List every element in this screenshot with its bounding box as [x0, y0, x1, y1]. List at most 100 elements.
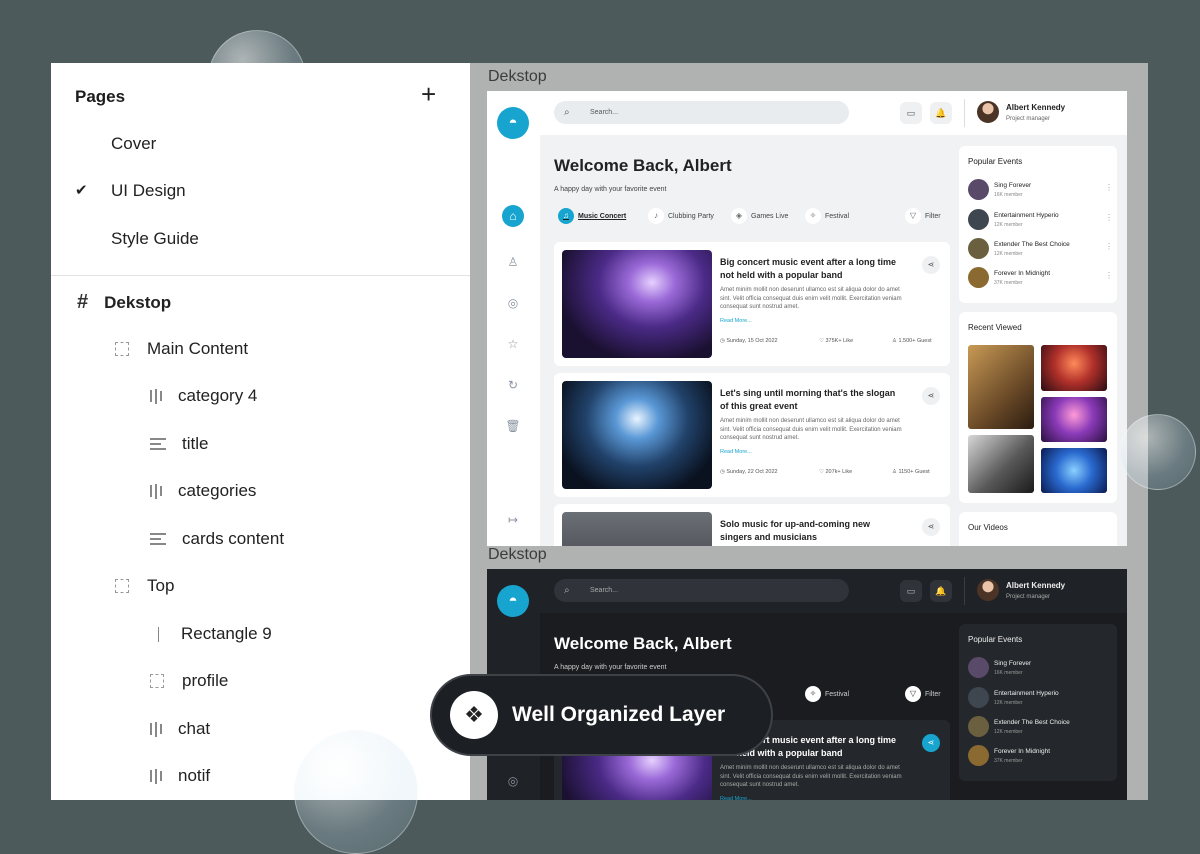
event-likes[interactable]: ♡ 207k+ Like	[819, 469, 852, 475]
category-festival[interactable]: ✧ Festival	[805, 208, 849, 224]
event-list-item[interactable]: Extender The Best Choice 12K member	[968, 716, 1113, 738]
page-title: Welcome Back, Albert	[554, 156, 732, 175]
our-videos-panel: Our Videos	[959, 512, 1117, 546]
event-likes[interactable]: ♡ 375K+ Like	[819, 338, 853, 344]
filter-button[interactable]: ▽ Filter	[905, 686, 941, 702]
event-members: 12K member	[994, 700, 1023, 706]
event-description: Amet minim mollit non deserunt ullamco e…	[720, 765, 902, 788]
category-festival[interactable]: ✧ Festival	[805, 686, 849, 702]
bell-icon[interactable]: 🔔	[930, 580, 952, 602]
chat-icon[interactable]: ▭	[900, 580, 922, 602]
share-icon[interactable]: ⋖	[922, 387, 940, 405]
layer-title[interactable]: title	[150, 434, 208, 454]
page-item-ui-design[interactable]: UI Design	[111, 181, 186, 201]
more-icon[interactable]: ⋮	[1105, 183, 1113, 192]
event-name: Sing Forever	[994, 182, 1032, 189]
layer-main-content[interactable]: Main Content	[115, 339, 248, 359]
avatar[interactable]	[977, 101, 999, 123]
search-icon: ⌕	[564, 585, 570, 596]
page-item-style-guide[interactable]: Style Guide	[111, 229, 199, 249]
layer-top[interactable]: Top	[115, 576, 174, 596]
gamepad-icon: ◈	[731, 208, 747, 224]
share-icon[interactable]: ⋖	[922, 256, 940, 274]
add-page-icon[interactable]: +	[421, 81, 436, 107]
logout-icon[interactable]: ↦	[502, 509, 524, 531]
category-music-concert[interactable]: ♫ Music Concert	[558, 208, 626, 224]
category-clubbing-party[interactable]: ♪ Clubbing Party	[648, 208, 714, 224]
layer-category-4[interactable]: category 4	[150, 386, 257, 406]
recent-thumbnail[interactable]	[1041, 448, 1107, 493]
more-icon[interactable]: ⋮	[1105, 213, 1113, 222]
feature-badge: ❖ Well Organized Layer	[430, 674, 773, 756]
search-input[interactable]: ⌕ Search...	[554, 579, 849, 602]
frame-label[interactable]: Dekstop	[488, 68, 547, 86]
more-icon[interactable]: ⋮	[1105, 242, 1113, 251]
event-list-item[interactable]: Entertainment Hyperio 12K member	[968, 687, 1113, 709]
share-icon[interactable]: ⋖	[922, 734, 940, 752]
event-card[interactable]: Solo music for up-and-coming new singers…	[554, 504, 950, 546]
event-list-item[interactable]: Forever In Midnight 37K member	[968, 745, 1113, 767]
recent-thumbnail[interactable]	[968, 435, 1034, 493]
filter-label: Filter	[925, 212, 941, 220]
avatar[interactable]	[977, 579, 999, 601]
filter-icon: ▽	[905, 208, 921, 224]
event-name: Forever In Midnight	[994, 270, 1050, 277]
layer-label: category 4	[178, 386, 258, 405]
popular-events-panel: Popular Events Sing Forever 16K member En…	[959, 624, 1117, 781]
layer-notif[interactable]: notif	[150, 766, 210, 786]
columns-icon	[150, 768, 162, 784]
event-list-item[interactable]: Sing Forever 16K member ⋮	[968, 179, 1113, 201]
event-card[interactable]: Big concert music event after a long tim…	[554, 242, 950, 366]
filter-icon: ▽	[905, 686, 921, 702]
text-icon	[150, 530, 166, 548]
recent-thumbnail[interactable]	[968, 345, 1034, 429]
search-placeholder: Search...	[590, 109, 619, 116]
more-icon[interactable]: ⋮	[1105, 271, 1113, 280]
page-subtitle: A happy day with your favorite event	[554, 664, 667, 671]
user-icon[interactable]: ♙	[502, 251, 524, 273]
compass-icon[interactable]: ◎	[502, 292, 524, 314]
layer-profile[interactable]: profile	[150, 671, 228, 691]
layer-cards-content[interactable]: cards content	[150, 529, 284, 549]
history-icon[interactable]: ↻	[502, 374, 524, 396]
page-item-cover[interactable]: Cover	[111, 134, 156, 154]
filter-button[interactable]: ▽ Filter	[905, 208, 941, 224]
likes-text: 207k+ Like	[825, 469, 853, 475]
recent-thumbnail[interactable]	[1041, 345, 1107, 391]
event-name: Entertainment Hyperio	[994, 690, 1059, 697]
read-more-link[interactable]: Read More...	[720, 796, 752, 800]
layer-chat[interactable]: chat	[150, 719, 210, 739]
read-more-link[interactable]: Read More...	[720, 318, 752, 324]
event-members: 12K member	[994, 222, 1023, 228]
event-avatar	[968, 716, 989, 737]
share-icon[interactable]: ⋖	[922, 518, 940, 536]
top-bar: ⌕ Search... ▭ 🔔 Albert Kennedy Project ma…	[540, 569, 1127, 613]
layer-dekstop[interactable]: # Dekstop	[77, 291, 171, 314]
frame-label[interactable]: Dekstop	[488, 546, 547, 564]
bell-icon[interactable]: 🔔	[930, 102, 952, 124]
event-list-item[interactable]: Forever In Midnight 37K member ⋮	[968, 267, 1113, 289]
divider	[51, 275, 470, 276]
compass-icon[interactable]: ◎	[502, 770, 524, 792]
event-list-item[interactable]: Entertainment Hyperio 12K member ⋮	[968, 209, 1113, 231]
read-more-link[interactable]: Read More...	[720, 449, 752, 455]
search-input[interactable]: ⌕ Search...	[554, 101, 849, 124]
event-list-item[interactable]: Sing Forever 16K member	[968, 657, 1113, 679]
text-icon	[150, 435, 166, 453]
layer-rectangle-9[interactable]: Rectangle 9	[150, 624, 272, 644]
category-games-live[interactable]: ◈ Games Live	[731, 208, 788, 224]
star-icon[interactable]: ☆	[502, 333, 524, 355]
event-card[interactable]: Let's sing until morning that's the slog…	[554, 373, 950, 497]
search-icon: ⌕	[564, 107, 570, 118]
event-list-item[interactable]: Extender The Best Choice 12K member ⋮	[968, 238, 1113, 260]
columns-icon	[150, 483, 162, 499]
home-icon[interactable]: ⌂	[502, 205, 524, 227]
desktop-frame-light[interactable]: ◓ ⌂ ♙ ◎ ☆ ↻ 🗑 ↦ ⌕ Search... ▭ 🔔 Albert Ke…	[487, 91, 1127, 546]
chat-icon[interactable]: ▭	[900, 102, 922, 124]
trash-icon[interactable]: 🗑	[502, 415, 524, 437]
layer-categories[interactable]: categories	[150, 481, 256, 501]
page-label: Cover	[111, 134, 157, 153]
likes-text: 375K+ Like	[825, 338, 854, 344]
layers-icon: ❖	[450, 691, 498, 739]
recent-thumbnail[interactable]	[1041, 397, 1107, 442]
